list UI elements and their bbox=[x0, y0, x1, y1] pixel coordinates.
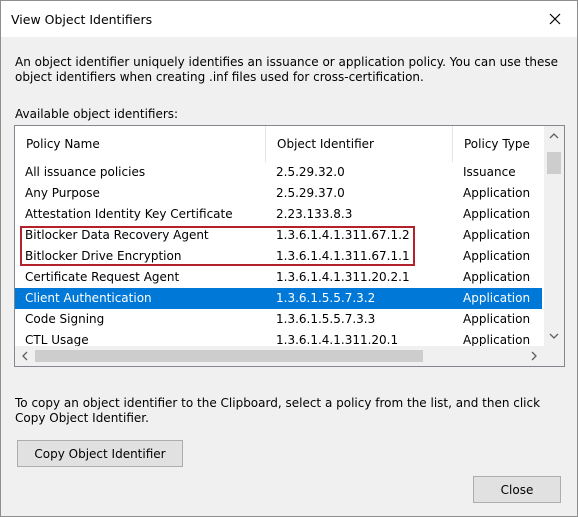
policy-name-cell: All issuance policies bbox=[25, 165, 146, 179]
object-identifiers-list[interactable]: Policy Name Object Identifier Policy Typ… bbox=[14, 125, 565, 367]
policy-name-cell: Bitlocker Drive Encryption bbox=[25, 249, 182, 263]
column-header-object-identifier[interactable]: Object Identifier bbox=[266, 126, 453, 162]
scrollbar-corner bbox=[544, 346, 564, 366]
title-bar: View Object Identifiers bbox=[1, 1, 577, 37]
object-identifier-cell: 1.3.6.1.5.5.7.3.2 bbox=[276, 291, 376, 305]
instruction-text: To copy an object identifier to the Clip… bbox=[15, 396, 541, 425]
column-header-policy-type[interactable]: Policy Type bbox=[453, 126, 553, 162]
chevron-left-icon bbox=[22, 351, 28, 361]
table-row[interactable]: Bitlocker Drive Encryption 1.3.6.1.4.1.31… bbox=[15, 246, 542, 267]
column-header-policy-name[interactable]: Policy Name bbox=[15, 126, 266, 162]
copy-object-identifier-button[interactable]: Copy Object Identifier bbox=[17, 440, 183, 467]
dialog-window: View Object Identifiers An object identi… bbox=[0, 0, 578, 517]
vertical-scrollbar[interactable] bbox=[544, 126, 564, 346]
object-identifier-cell: 2.5.29.32.0 bbox=[276, 165, 345, 179]
scroll-down-button[interactable] bbox=[544, 326, 564, 346]
policy-type-cell: Application bbox=[463, 186, 531, 200]
object-identifier-cell: 2.23.133.8.3 bbox=[276, 207, 353, 221]
policy-type-cell: Issuance bbox=[463, 165, 516, 179]
object-identifier-cell: 1.3.6.1.4.1.311.67.1.1 bbox=[276, 249, 410, 263]
policy-type-cell: Application bbox=[463, 291, 531, 305]
policy-name-cell: Any Purpose bbox=[25, 186, 100, 200]
close-button[interactable]: Close bbox=[473, 476, 561, 503]
policy-name-cell: Code Signing bbox=[25, 312, 105, 326]
chevron-right-icon bbox=[531, 351, 537, 361]
scroll-right-button[interactable] bbox=[524, 346, 544, 366]
horizontal-scroll-thumb[interactable] bbox=[35, 350, 423, 362]
description-text: An object identifier uniquely identifies… bbox=[15, 55, 559, 84]
policy-type-cell: Application bbox=[463, 312, 531, 326]
policy-name-cell: Attestation Identity Key Certificate bbox=[25, 207, 233, 221]
close-window-button[interactable] bbox=[533, 1, 577, 37]
vertical-scroll-thumb[interactable] bbox=[547, 152, 561, 174]
object-identifier-cell: 1.3.6.1.4.1.311.67.1.2 bbox=[276, 228, 410, 242]
window-title: View Object Identifiers bbox=[11, 12, 153, 27]
object-identifier-cell: 1.3.6.1.4.1.311.20.2.1 bbox=[276, 270, 410, 284]
close-icon bbox=[549, 13, 561, 25]
policy-name-cell: Bitlocker Data Recovery Agent bbox=[25, 228, 209, 242]
policy-name-cell: Client Authentication bbox=[25, 291, 152, 305]
policy-type-cell: Application bbox=[463, 270, 531, 284]
scroll-left-button[interactable] bbox=[15, 346, 35, 366]
table-row[interactable]: Any Purpose 2.5.29.37.0 Application bbox=[15, 183, 542, 204]
table-row[interactable]: Certificate Request Agent 1.3.6.1.4.1.311… bbox=[15, 267, 542, 288]
policy-type-cell: Application bbox=[463, 207, 531, 221]
chevron-up-icon bbox=[549, 133, 559, 139]
available-identifiers-label: Available object identifiers: bbox=[15, 107, 179, 121]
table-row[interactable]: Attestation Identity Key Certificate 2.23… bbox=[15, 204, 542, 225]
table-row[interactable]: Client Authentication 1.3.6.1.5.5.7.3.2 Ap… bbox=[15, 288, 542, 309]
horizontal-scrollbar[interactable] bbox=[15, 346, 544, 366]
policy-type-cell: Application bbox=[463, 228, 531, 242]
table-row[interactable]: All issuance policies 2.5.29.32.0 Issuance bbox=[15, 162, 542, 183]
table-row[interactable]: Code Signing 1.3.6.1.5.5.7.3.3 Application bbox=[15, 309, 542, 330]
chevron-down-icon bbox=[549, 333, 559, 339]
policy-type-cell: Application bbox=[463, 249, 531, 263]
scroll-up-button[interactable] bbox=[544, 126, 564, 146]
object-identifier-cell: 2.5.29.37.0 bbox=[276, 186, 345, 200]
object-identifier-cell: 1.3.6.1.5.5.7.3.3 bbox=[276, 312, 376, 326]
table-row[interactable]: Bitlocker Data Recovery Agent 1.3.6.1.4.1… bbox=[15, 225, 542, 246]
policy-name-cell: Certificate Request Agent bbox=[25, 270, 180, 284]
list-header: Policy Name Object Identifier Policy Typ… bbox=[15, 126, 542, 162]
